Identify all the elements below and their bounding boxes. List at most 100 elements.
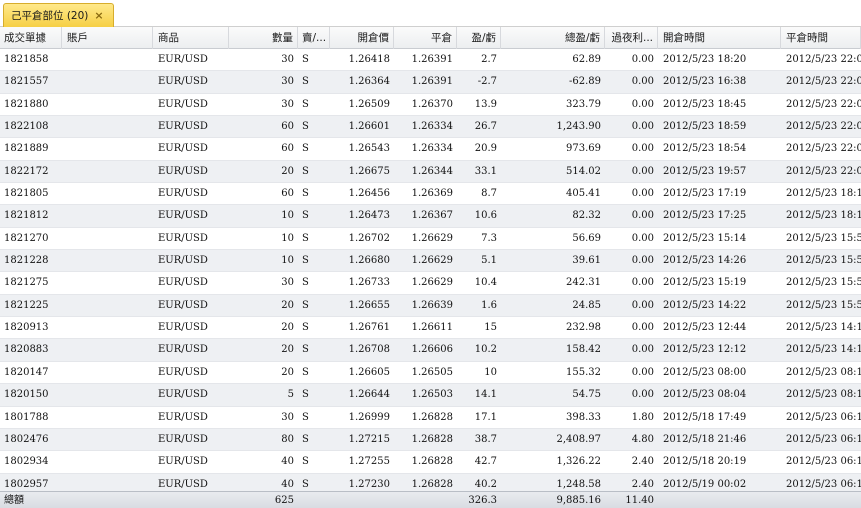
column-header-ticket[interactable]: 成交單據: [0, 27, 62, 49]
table-row[interactable]: 1821275 EUR/USD 30 S 1.26733 1.26629 10.4 242.3…: [0, 272, 861, 295]
column-header-open-time[interactable]: 開倉時間: [659, 27, 781, 49]
cell-quantity: 80: [281, 433, 294, 445]
cell-open-price: 1.26702: [348, 232, 390, 244]
cell-pips: 2.7: [481, 54, 497, 65]
cell-ticket: 1821270: [4, 232, 49, 244]
table-row[interactable]: 1821880 EUR/USD 30 S 1.26509 1.26370 13.9 323.7…: [0, 94, 861, 117]
table-row[interactable]: 1802934 EUR/USD 40 S 1.27255 1.26828 42.7 1,326…: [0, 451, 861, 474]
cell-rollover: 0.00: [631, 210, 654, 222]
cell-open-time: 2012/5/23 14:26: [663, 255, 747, 267]
cell-account: [63, 451, 153, 473]
column-header-symbol[interactable]: 商品: [154, 27, 229, 49]
table-row[interactable]: 1822172 EUR/USD 20 S 1.26675 1.26344 33.1 514.0…: [0, 160, 861, 184]
cell-total-pl: 323.79: [566, 98, 601, 110]
cell-close-price: 1.26370: [411, 98, 453, 110]
cell-pips: 5.1: [481, 255, 497, 267]
table-row[interactable]: 1802476 EUR/USD 80 S 1.27215 1.26828 38.7 2,408…: [0, 428, 861, 452]
cell-total-pl: 242.31: [566, 277, 601, 289]
cell-open-price: 1.26364: [348, 76, 390, 88]
column-header-rollover[interactable]: 過夜利...: [606, 27, 658, 49]
cell-account: [63, 429, 153, 451]
cell-close-price: 1.26629: [411, 277, 453, 289]
cell-open-price: 1.26644: [348, 389, 390, 401]
column-header-side[interactable]: 賣/...: [298, 27, 330, 49]
cell-total-pl: 24.85: [572, 299, 601, 311]
cell-quantity: 10: [281, 255, 294, 267]
cell-symbol: EUR/USD: [158, 143, 208, 155]
cell-side: S: [302, 232, 309, 244]
column-header-close-time[interactable]: 平倉時間: [782, 27, 861, 49]
column-header-open-price[interactable]: 開倉價: [331, 27, 394, 49]
cell-open-price: 1.26543: [348, 143, 390, 155]
cell-quantity: 20: [281, 299, 294, 311]
close-icon[interactable]: ×: [94, 9, 103, 22]
cell-open-price: 1.26708: [348, 344, 390, 356]
cell-symbol: EUR/USD: [158, 411, 208, 423]
table-row[interactable]: 1821889 EUR/USD 60 S 1.26543 1.26334 20.9 973.6…: [0, 138, 861, 161]
cell-close-time: 2012/5/23 15:56: [786, 299, 861, 311]
cell-account: [63, 250, 153, 272]
table-row[interactable]: 1801788 EUR/USD 30 S 1.26999 1.26828 17.1 398.3…: [0, 407, 861, 429]
cell-pips: 10.4: [474, 277, 497, 289]
column-header-account[interactable]: 賬戶: [63, 27, 153, 49]
cell-close-price: 1.26828: [411, 433, 453, 445]
cell-open-price: 1.26999: [348, 411, 390, 423]
cell-pips: 17.1: [474, 411, 497, 423]
cell-rollover: 0.00: [631, 54, 654, 65]
tab-bar: 己平倉部位 (20) ×: [0, 0, 861, 27]
table-row[interactable]: 1820883 EUR/USD 20 S 1.26708 1.26606 10.2 158.4…: [0, 339, 861, 362]
cell-close-time: 2012/5/23 14:11: [786, 322, 861, 334]
cell-quantity: 60: [281, 143, 294, 155]
cell-open-time: 2012/5/18 21:46: [663, 433, 747, 445]
totals-rollover: 11.40: [625, 495, 654, 506]
table-row[interactable]: 1820147 EUR/USD 20 S 1.26605 1.26505 10 155.32 0…: [0, 362, 861, 385]
cell-ticket: 1821858: [4, 54, 49, 65]
cell-pips: 26.7: [474, 121, 497, 133]
cell-side: S: [302, 389, 309, 401]
cell-side: S: [302, 143, 309, 155]
table-row[interactable]: 1821858 EUR/USD 30 S 1.26418 1.26391 2.7 62.89 0…: [0, 49, 861, 72]
cell-side: S: [302, 98, 309, 110]
cell-rollover: 0.00: [631, 76, 654, 88]
cell-pips: 15: [484, 322, 497, 334]
cell-symbol: EUR/USD: [158, 255, 208, 267]
cell-account: [63, 272, 153, 294]
cell-total-pl: 1,326.22: [556, 456, 601, 468]
cell-quantity: 30: [281, 76, 294, 88]
cell-total-pl: 39.61: [572, 255, 601, 267]
cell-account: [63, 295, 153, 317]
table-row[interactable]: 1822108 EUR/USD 60 S 1.26601 1.26334 26.7 1,243…: [0, 116, 861, 139]
table-row[interactable]: 1820150 EUR/USD 5 S 1.26644 1.26503 14.1 54.75 0…: [0, 384, 861, 407]
cell-close-time: 2012/5/23 22:05: [786, 121, 861, 133]
tab-closed-positions[interactable]: 己平倉部位 (20) ×: [3, 3, 114, 27]
table-row[interactable]: 1820913 EUR/USD 20 S 1.26761 1.26611 15 232.98 0…: [0, 317, 861, 340]
cell-ticket: 1821880: [4, 98, 49, 110]
closed-positions-table: 成交單據 賬戶 商品 數量 賣/... 開倉價 平倉 盈/虧 總盈/虧 過夜利.…: [0, 27, 861, 508]
column-header-pips[interactable]: 盈/虧: [458, 27, 501, 49]
cell-pips: 1.6: [481, 299, 497, 311]
table-row[interactable]: 1821270 EUR/USD 10 S 1.26702 1.26629 7.3 56.69 0…: [0, 228, 861, 251]
cell-close-time: 2012/5/23 06:19: [786, 456, 861, 468]
cell-side: S: [302, 366, 309, 378]
table-row[interactable]: 1821812 EUR/USD 10 S 1.26473 1.26367 10.6 82.32…: [0, 205, 861, 228]
cell-account: [63, 339, 153, 361]
table-row[interactable]: 1821228 EUR/USD 10 S 1.26680 1.26629 5.1 39.61 0…: [0, 250, 861, 273]
cell-ticket: 1821812: [4, 210, 49, 222]
cell-pips: 10: [484, 366, 497, 378]
cell-open-price: 1.27215: [348, 433, 390, 445]
table-row[interactable]: 1821225 EUR/USD 20 S 1.26655 1.26639 1.6 24.85 0…: [0, 294, 861, 318]
column-header-total-pl[interactable]: 總盈/虧: [502, 27, 605, 49]
cell-side: S: [302, 54, 309, 65]
cell-symbol: EUR/USD: [158, 98, 208, 110]
cell-open-time: 2012/5/23 18:20: [663, 54, 747, 65]
cell-close-time: 2012/5/23 18:11: [786, 188, 861, 200]
table-row[interactable]: 1821557 EUR/USD 30 S 1.26364 1.26391 -2.7 -62.8…: [0, 71, 861, 94]
cell-total-pl: 973.69: [566, 143, 601, 155]
table-row[interactable]: 1821805 EUR/USD 60 S 1.26456 1.26369 8.7 405.41…: [0, 183, 861, 206]
cell-total-pl: 82.32: [572, 210, 601, 222]
cell-symbol: EUR/USD: [158, 366, 208, 378]
cell-open-price: 1.26655: [348, 299, 390, 311]
column-header-close-price[interactable]: 平倉: [395, 27, 457, 49]
column-header-quantity[interactable]: 數量: [230, 27, 298, 49]
cell-close-price: 1.26629: [411, 232, 453, 244]
